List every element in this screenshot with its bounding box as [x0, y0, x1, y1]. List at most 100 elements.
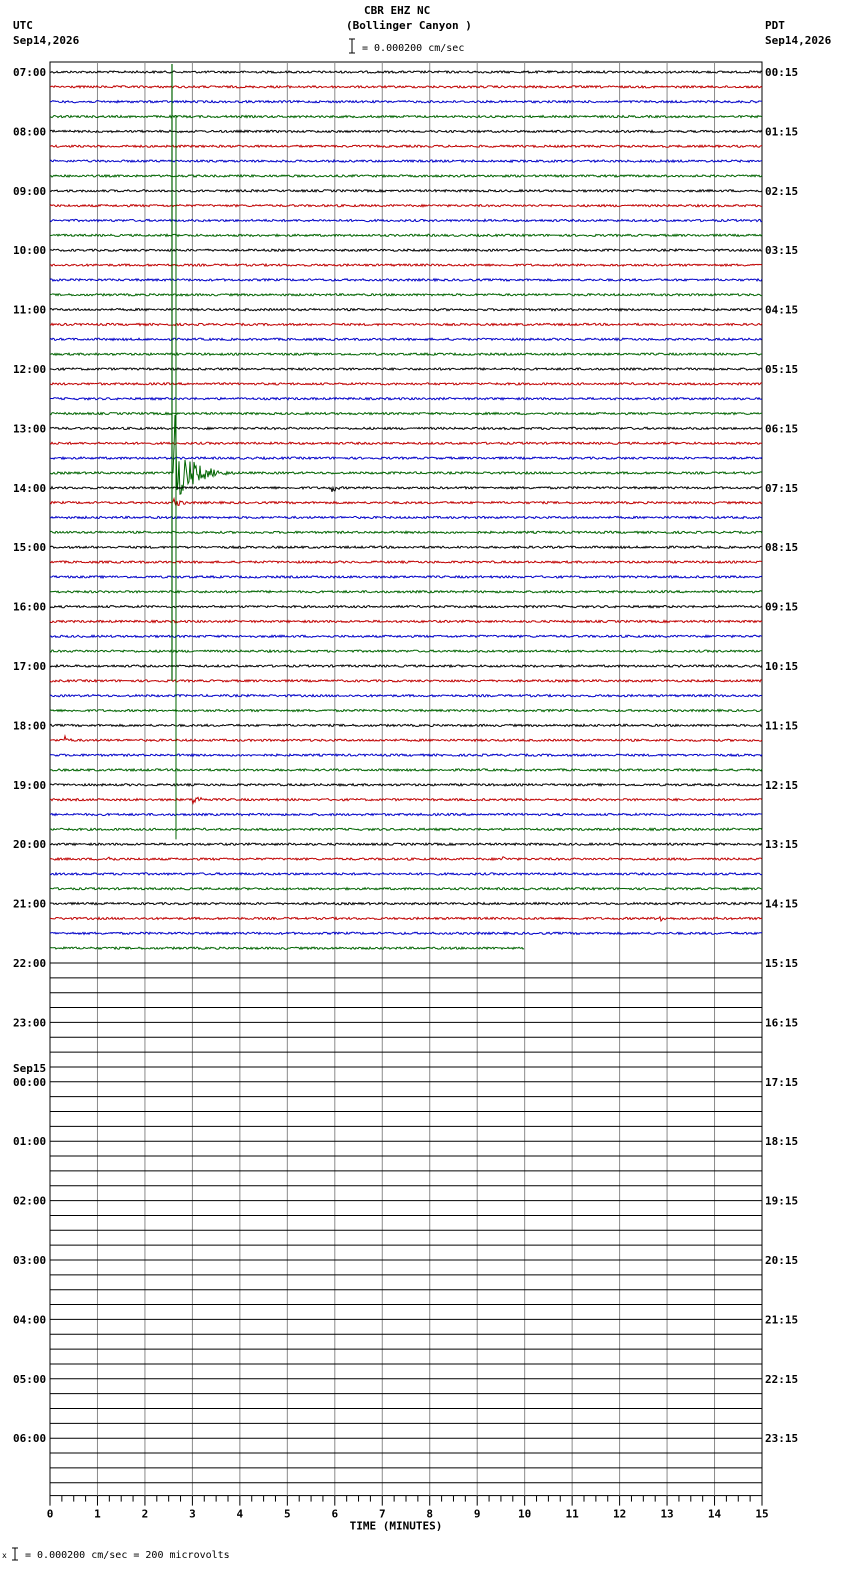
seismic-trace [49, 812, 763, 817]
utc-hour-label: 16:00 [13, 601, 46, 614]
seismic-trace [49, 455, 763, 461]
seismic-trace [49, 441, 763, 446]
seismic-trace [50, 99, 763, 104]
utc-hour-label: 18:00 [13, 719, 46, 732]
utc-hour-label: 10:00 [13, 244, 46, 257]
seismic-trace [49, 856, 763, 862]
utc-hour-label: 08:00 [13, 125, 46, 138]
seismic-trace [49, 262, 763, 268]
pdt-hour-label: 23:15 [765, 1432, 798, 1445]
seismic-trace [49, 158, 763, 164]
pdt-hour-label: 13:15 [765, 838, 798, 851]
seismic-trace [49, 574, 763, 580]
pdt-hour-label: 08:15 [765, 541, 798, 554]
utc-hour-label: 03:00 [13, 1254, 46, 1267]
utc-hour-label: 04:00 [13, 1313, 46, 1326]
pdt-hour-label: 22:15 [765, 1373, 798, 1386]
x-tick-label: 15 [755, 1508, 768, 1521]
utc-hour-label: 09:00 [13, 185, 46, 198]
trace-group [49, 64, 763, 951]
seismic-trace [49, 129, 763, 134]
seismic-trace [49, 114, 763, 119]
x-tick-label: 12 [613, 1508, 626, 1521]
footer-marker-icon: x [2, 1546, 18, 1562]
seismic-trace [49, 203, 762, 208]
pdt-hour-label: 21:15 [765, 1313, 798, 1326]
seismic-trace [49, 351, 763, 357]
utc-hour-label: 20:00 [13, 838, 46, 851]
seismic-trace [49, 84, 763, 89]
utc-hour-label: 00:00 [13, 1076, 46, 1089]
x-tick-label: 5 [284, 1508, 291, 1521]
utc-hour-label: 11:00 [13, 304, 46, 317]
seismic-trace [49, 69, 763, 75]
seismic-trace [49, 604, 763, 609]
pdt-hour-label: 14:15 [765, 898, 798, 911]
seismic-trace [49, 414, 763, 495]
pdt-hour-label: 09:15 [765, 601, 798, 614]
utc-hour-label: 02:00 [13, 1195, 46, 1208]
seismic-trace [49, 322, 763, 327]
pdt-hour-label: 20:15 [765, 1254, 798, 1267]
pdt-hour-label: 00:15 [765, 66, 798, 79]
x-tick-label: 11 [566, 1508, 580, 1521]
seismic-trace [49, 485, 763, 493]
seismic-trace [49, 827, 763, 832]
seismic-trace [49, 693, 763, 698]
seismic-trace [49, 886, 763, 891]
pdt-hour-label: 03:15 [765, 244, 798, 257]
seismic-trace [49, 901, 763, 906]
seismic-trace [50, 915, 763, 923]
seismic-trace [49, 734, 763, 743]
utc-date-label: Sep15 [13, 1062, 46, 1075]
seismic-trace [49, 619, 763, 624]
utc-hour-label: 23:00 [13, 1016, 46, 1029]
time-axis: 0 1 2 3 4 5 6 7 8 9 10 11 12 13 14 15TIME (MINUTES) [47, 1495, 769, 1533]
utc-hour-label: 12:00 [13, 363, 46, 376]
pdt-hour-label: 11:15 [765, 719, 798, 732]
seismic-trace [49, 144, 763, 149]
seismic-trace [49, 307, 763, 312]
pdt-hour-label: 12:15 [765, 779, 798, 792]
seismic-trace [49, 663, 763, 669]
seismic-trace [49, 411, 763, 416]
utc-hour-label: 17:00 [13, 660, 46, 673]
utc-hour-label: 06:00 [13, 1432, 46, 1445]
seismic-trace [49, 366, 763, 372]
pdt-hour-label: 15:15 [765, 957, 798, 970]
seismic-trace [49, 648, 763, 654]
utc-hour-label: 22:00 [13, 957, 46, 970]
seismic-trace [49, 515, 763, 520]
pdt-hour-label: 19:15 [765, 1195, 798, 1208]
pdt-hour-label: 16:15 [765, 1016, 798, 1029]
seismic-trace [49, 589, 763, 594]
seismic-trace [49, 559, 763, 565]
plot-grid [49, 61, 763, 1497]
seismic-trace [49, 188, 763, 193]
seismic-trace [49, 292, 762, 297]
x-axis-label: TIME (MINUTES) [350, 1520, 443, 1533]
pdt-hour-label: 05:15 [765, 363, 798, 376]
seismic-trace [49, 247, 763, 253]
pdt-hour-label: 04:15 [765, 304, 798, 317]
seismic-trace [49, 931, 763, 936]
pdt-hour-label: 01:15 [765, 125, 798, 138]
seismic-trace [49, 277, 763, 283]
utc-hour-label: 15:00 [13, 541, 46, 554]
seismic-trace [49, 634, 763, 639]
seismic-trace [49, 871, 763, 877]
x-tick-label: 2 [142, 1508, 149, 1521]
pdt-hour-label: 02:15 [765, 185, 798, 198]
seismic-trace [49, 337, 763, 342]
pdt-hour-label: 07:15 [765, 482, 798, 495]
seismic-trace [49, 396, 763, 401]
pdt-hour-label: 10:15 [765, 660, 798, 673]
seismic-trace [49, 496, 763, 508]
x-tick-label: 3 [189, 1508, 196, 1521]
utc-hour-label: 19:00 [13, 779, 46, 792]
utc-hour-label: 13:00 [13, 422, 46, 435]
x-tick-label: 1 [94, 1508, 101, 1521]
x-tick-label: 0 [47, 1508, 54, 1521]
plot-frame [49, 61, 763, 1497]
x-tick-label: 14 [708, 1508, 722, 1521]
